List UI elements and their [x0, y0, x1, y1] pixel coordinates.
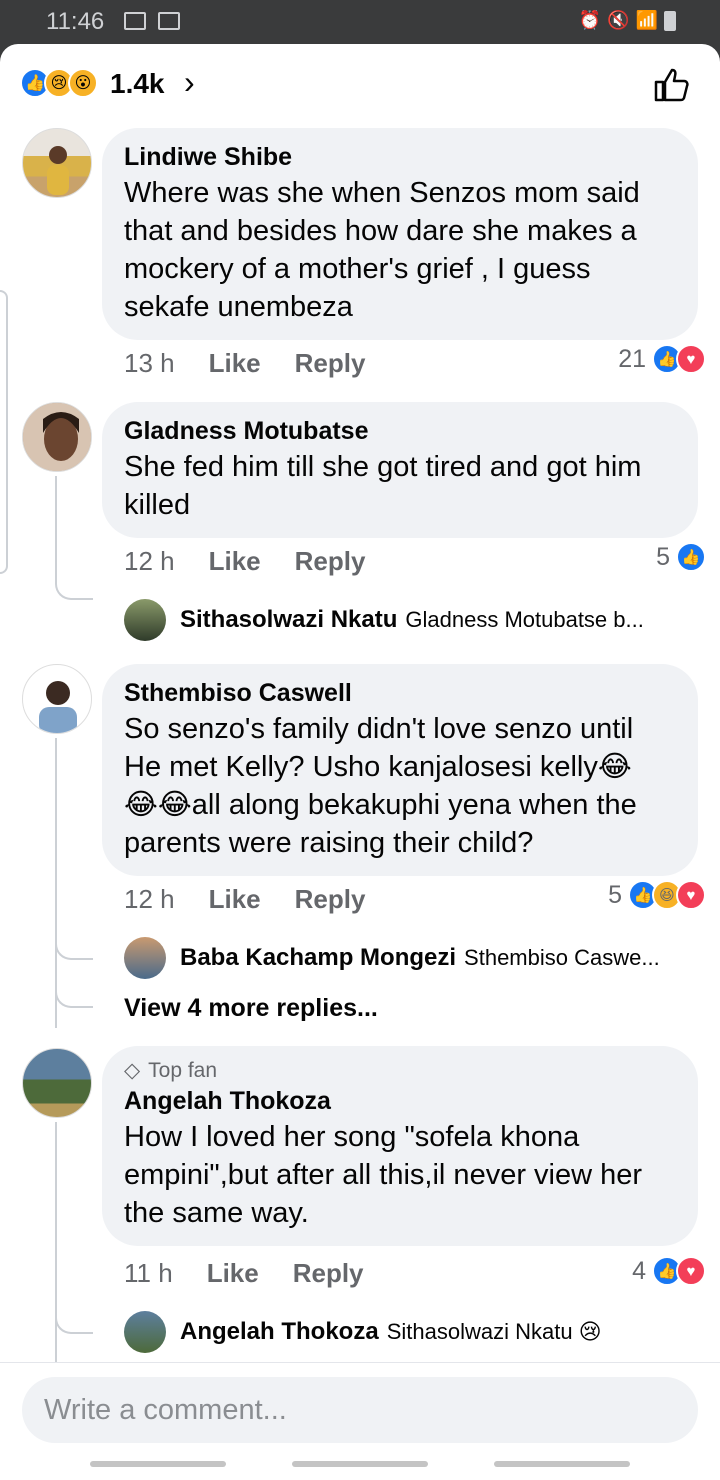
nav-button-left[interactable] [90, 1461, 226, 1467]
avatar[interactable] [22, 128, 92, 198]
like-button[interactable]: Like [209, 546, 261, 577]
reaction-count[interactable]: 1.4k [110, 68, 165, 100]
reaction-count: 21 [618, 344, 646, 373]
thread-connector [55, 984, 93, 1008]
status-icons: ⏰ 🔇 📶 [579, 10, 676, 31]
heart-icon: ♥ [676, 344, 706, 374]
comment-text: She fed him till she got tired and got h… [124, 451, 642, 521]
avatar [124, 937, 166, 979]
comment-time[interactable]: 11 h [124, 1258, 173, 1289]
comment-actions: 12 h Like Reply [124, 884, 365, 915]
comment-input[interactable] [22, 1377, 698, 1443]
reply-button[interactable]: Reply [295, 348, 366, 379]
comment-actions: 12 h Like Reply [124, 546, 365, 577]
avatar [124, 1311, 166, 1353]
wow-reaction-icon: 😮 [68, 68, 98, 98]
comment-time[interactable]: 12 h [124, 884, 175, 915]
avatar[interactable] [22, 402, 92, 472]
reply-snippet: Sithasolwazi Nkatu [386, 1319, 573, 1344]
thread-connector [55, 576, 93, 600]
comment-author[interactable]: Sthembiso Caswell [124, 676, 676, 710]
thumbs-up-icon[interactable] [652, 64, 692, 104]
laughing-face-icon: 😂 [597, 751, 632, 783]
reaction-count: 4 [632, 1256, 646, 1285]
battery-icon [664, 10, 676, 31]
comment-bubble[interactable]: Lindiwe Shibe Where was she when Senzos … [102, 128, 698, 340]
comment-author[interactable]: Lindiwe Shibe [124, 140, 676, 174]
alarm-icon: ⏰ [578, 10, 602, 30]
like-button[interactable]: Like [209, 884, 261, 915]
nav-button-home[interactable] [292, 1461, 428, 1467]
reaction-count: 5 [608, 880, 622, 909]
reply-button[interactable]: Reply [295, 884, 366, 915]
reply-snippet: Sthembiso Caswe... [464, 945, 660, 970]
comment-time[interactable]: 12 h [124, 546, 175, 577]
gallery-notification-icon [124, 12, 146, 30]
like-button[interactable]: Like [207, 1258, 259, 1289]
comment-composer [0, 1362, 720, 1480]
avatar-image [47, 146, 69, 195]
status-bar: 11:46 ⏰ 🔇 📶 [0, 0, 720, 44]
status-time: 11:46 [46, 8, 105, 35]
comment-reactions[interactable]: 4 👍 ♥ [632, 1256, 706, 1286]
comment-bubble[interactable]: Gladness Motubatse She fed him till she … [102, 402, 698, 538]
heart-icon: ♥ [676, 880, 706, 910]
comment-bubble[interactable]: Sthembiso Caswell So senzo's family didn… [102, 664, 698, 876]
comment-reactions[interactable]: 21 👍 ♥ [618, 344, 706, 374]
reaction-count: 5 [656, 542, 670, 571]
comment-bubble[interactable]: ◇ Top fan Angelah Thokoza How I loved her… [102, 1046, 698, 1246]
thread-line [55, 476, 57, 576]
wifi-icon: 📶 [635, 10, 658, 30]
reply-preview[interactable]: Baba Kachamp Mongezi Sthembiso Caswe... [124, 936, 700, 980]
comment-text-part: So senzo's family didn't love senzo unti… [124, 713, 634, 783]
heart-icon: ♥ [676, 1256, 706, 1286]
reply-preview[interactable]: Sithasolwazi Nkatu Gladness Motubatse b.… [124, 598, 690, 642]
comment-author[interactable]: Angelah Thokoza [124, 1084, 676, 1118]
comment-reactions[interactable]: 5 👍 😆 ♥ [608, 880, 706, 910]
avatar-image [23, 403, 91, 471]
view-more-replies-link[interactable]: View 4 more replies... [124, 994, 378, 1023]
avatar-image [39, 681, 77, 733]
diamond-icon: ◇ [124, 1059, 141, 1082]
nav-button-right[interactable] [494, 1461, 630, 1467]
comment-text-part: all along bekakuphi yena when the parent… [124, 789, 637, 859]
comment-actions: 11 h Like Reply [124, 1258, 364, 1289]
like-reaction-icon: 👍 [676, 542, 706, 572]
chevron-right-icon[interactable]: › [184, 64, 195, 101]
avatar[interactable] [22, 664, 92, 734]
comment-reactions[interactable]: 5 👍 [656, 542, 706, 572]
reply-snippet: Gladness Motubatse b... [405, 607, 644, 632]
badge-label: Top fan [148, 1059, 218, 1082]
thread-connector [55, 1310, 93, 1334]
comment-actions: 13 h Like Reply [124, 348, 365, 379]
comment-author[interactable]: Gladness Motubatse [124, 414, 676, 448]
reply-button[interactable]: Reply [293, 1258, 364, 1289]
like-button[interactable]: Like [209, 348, 261, 379]
avatar[interactable] [22, 1048, 92, 1118]
sad-face-icon: 😢 [578, 1319, 602, 1344]
reaction-icons: 👍 😢 😮 [20, 68, 98, 98]
comment-text: Where was she when Senzos mom said that … [124, 177, 640, 323]
reply-button[interactable]: Reply [295, 546, 366, 577]
reply-author: Angelah Thokoza [180, 1318, 379, 1345]
screen-notification-icon [158, 12, 180, 30]
reply-author: Baba Kachamp Mongezi [180, 944, 457, 971]
reply-preview[interactable]: Angelah Thokoza Sithasolwazi Nkatu 😢 [124, 1310, 700, 1354]
top-fan-badge: ◇ Top fan [124, 1058, 676, 1084]
laughing-face-icon: 😂😂 [124, 789, 192, 821]
reply-author: Sithasolwazi Nkatu [180, 606, 398, 633]
thread-connector [55, 936, 93, 960]
comment-time[interactable]: 13 h [124, 348, 175, 379]
avatar [124, 599, 166, 641]
mute-icon: 🔇 [607, 10, 630, 30]
reactions-header[interactable]: 👍 😢 😮 1.4k › [0, 44, 720, 124]
comment-text: How I loved her song "sofela khona empin… [124, 1121, 643, 1229]
scroll-indicator [0, 290, 8, 574]
comment-text: So senzo's family didn't love senzo unti… [124, 710, 676, 862]
comments-sheet: 👍 😢 😮 1.4k › Lindiwe Shibe Where was she… [0, 44, 720, 1480]
